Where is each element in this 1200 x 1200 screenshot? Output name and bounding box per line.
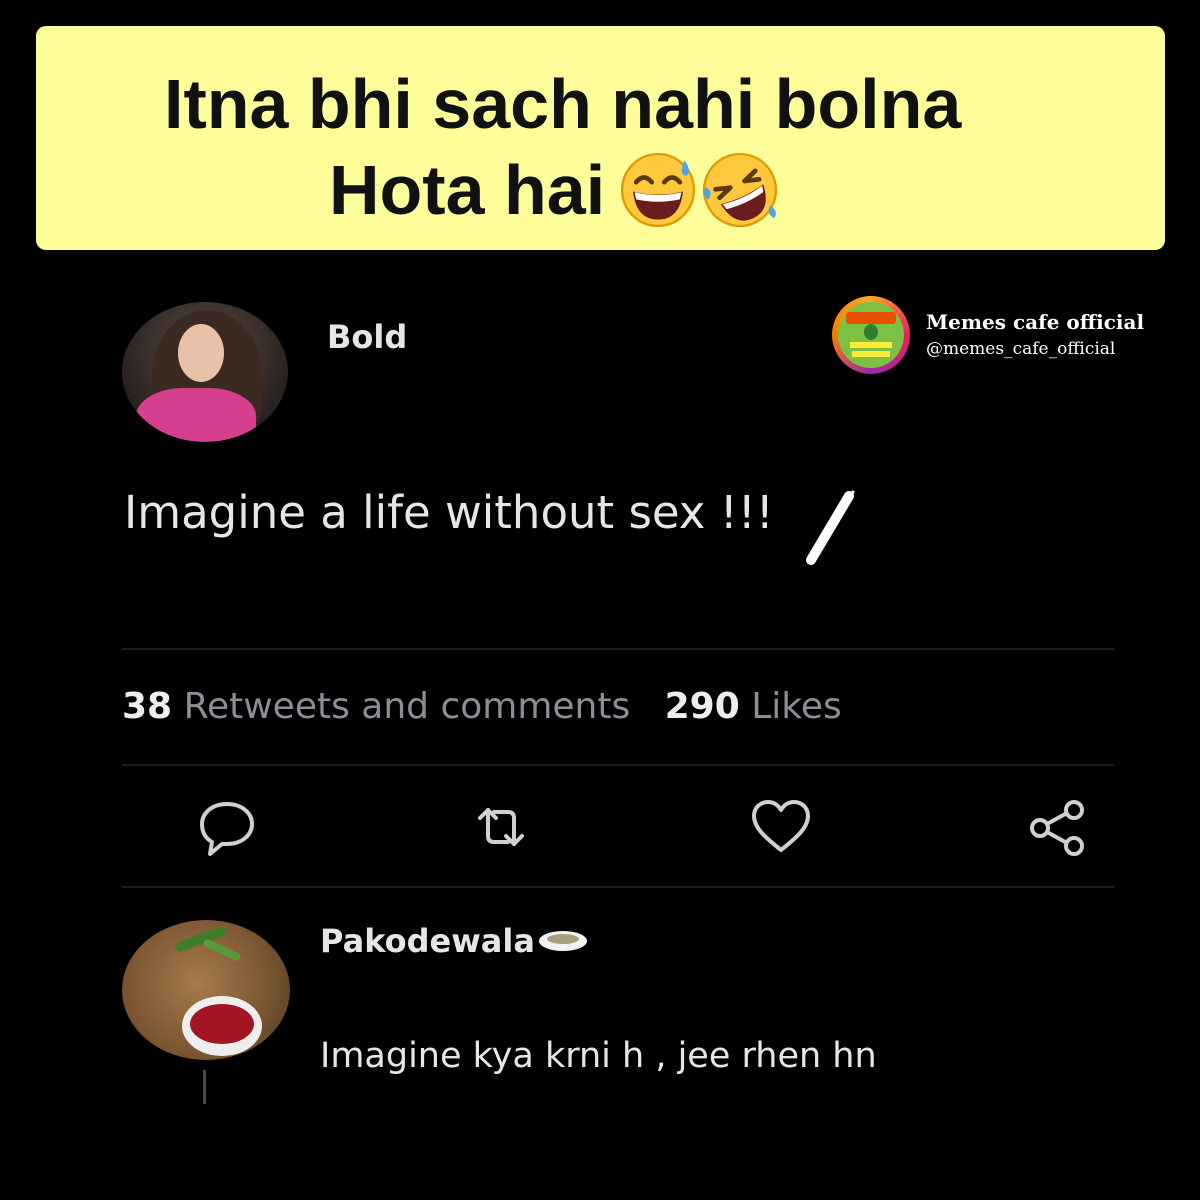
reply-text: Imagine kya krni h , jee rhen hn <box>320 1036 877 1076</box>
comment-button[interactable] <box>192 792 262 862</box>
memes-cafe-logo <box>832 296 910 374</box>
retweets-count[interactable]: 38 <box>122 686 172 727</box>
divider <box>122 648 1114 650</box>
retweet-icon <box>478 808 524 846</box>
like-button[interactable] <box>746 792 816 862</box>
caption-line-1: Itna bhi sach nahi bolna <box>164 65 962 143</box>
caption-line-2: Hota hai <box>329 148 779 232</box>
watermark-handle: @memes_cafe_official <box>926 339 1116 359</box>
divider <box>122 764 1114 766</box>
caption-banner: Itna bhi sach nahi bolna Hota hai <box>36 26 1165 250</box>
bowl-icon <box>538 931 587 951</box>
watermark: Memes cafe official @memes_cafe_official <box>832 296 1144 374</box>
reply-avatar[interactable] <box>122 920 290 1060</box>
avatar[interactable] <box>122 302 288 442</box>
likes-label[interactable]: Likes <box>751 686 842 727</box>
tweet-stats: 38 Retweets and comments 290 Likes <box>122 686 842 727</box>
share-button[interactable] <box>1022 792 1092 862</box>
share-icon <box>1030 800 1084 856</box>
divider <box>122 886 1114 888</box>
retweet-button[interactable] <box>466 792 536 862</box>
rolling-laughing-icon <box>703 152 778 228</box>
thread-line <box>203 1070 206 1104</box>
watermark-name: Memes cafe official <box>926 310 1145 334</box>
grinning-sweat-icon <box>621 152 696 228</box>
reply-username-text[interactable]: Pakodewala <box>320 922 535 960</box>
comment-icon <box>200 802 254 856</box>
caption-line-2-text: Hota hai <box>329 151 606 229</box>
heart-icon <box>752 800 810 852</box>
censor-mark <box>806 490 855 565</box>
tweet-text: Imagine a life without sex !!! <box>124 486 774 539</box>
retweets-label[interactable]: Retweets and comments <box>184 686 631 727</box>
reply-username[interactable]: Pakodewala <box>320 922 589 960</box>
likes-count[interactable]: 290 <box>665 686 740 727</box>
tweet-username[interactable]: Bold <box>327 318 407 356</box>
